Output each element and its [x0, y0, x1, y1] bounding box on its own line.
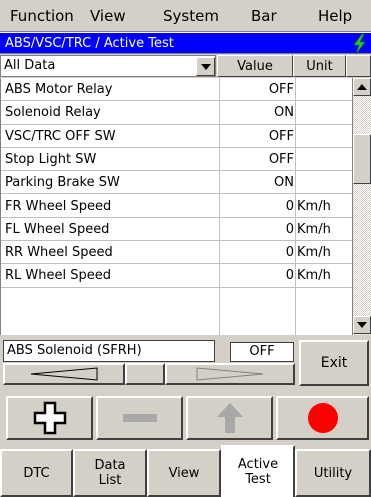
menu-function[interactable]: Function	[10, 7, 74, 25]
exit-button-label: Exit	[320, 355, 348, 371]
table-row[interactable]: Stop Light SW OFF	[1, 148, 352, 172]
row-value: OFF	[268, 151, 294, 167]
scroll-thumb[interactable]	[353, 134, 371, 184]
chevron-down-icon	[200, 63, 211, 70]
dropdown-arrow-button[interactable]	[196, 57, 215, 76]
row-name: Parking Brake SW	[5, 175, 120, 191]
active-test-value: OFF	[230, 342, 294, 362]
menu-bar-item[interactable]: Bar	[251, 7, 277, 25]
row-unit: Km/h	[297, 245, 331, 261]
window-title: ABS/VSC/TRC / Active Test	[5, 35, 174, 51]
menu-view[interactable]: View	[90, 7, 126, 25]
record-button[interactable]	[276, 396, 369, 440]
tab-utility[interactable]: Utility	[295, 449, 371, 497]
row-value: ON	[274, 175, 294, 191]
row-value: 0	[285, 221, 294, 237]
tab-view[interactable]: View	[147, 449, 221, 497]
plus-button[interactable]	[6, 396, 93, 440]
tab-view-label: View	[168, 465, 200, 481]
column-header-filler	[346, 55, 371, 77]
up-arrow-icon	[216, 403, 243, 433]
data-filter-select[interactable]: All Data	[0, 55, 216, 77]
table-row[interactable]: VSC/TRC OFF SW OFF	[1, 125, 352, 148]
row-value: ON	[274, 105, 294, 121]
table-row[interactable]: ABS Motor Relay OFF	[1, 78, 352, 102]
column-divider	[295, 78, 296, 335]
row-name: RL Wheel Speed	[5, 268, 111, 284]
row-name: FL Wheel Speed	[5, 221, 110, 237]
bottom-tab-bar: DTC Data List View Active Test Utility	[0, 445, 371, 497]
tab-dtc[interactable]: DTC	[0, 449, 73, 497]
minus-icon	[122, 414, 157, 422]
up-button[interactable]	[186, 396, 273, 440]
data-filter-value: All Data	[4, 58, 56, 73]
record-icon	[307, 403, 338, 433]
scroll-up-icon	[357, 84, 367, 90]
window-title-bar: ABS/VSC/TRC / Active Test	[0, 32, 371, 54]
tab-active-test-label: Active Test	[237, 457, 279, 487]
vertical-scrollbar[interactable]	[352, 78, 371, 335]
row-unit: Km/h	[297, 221, 331, 237]
tab-active-test[interactable]: Active Test	[221, 445, 295, 497]
menu-help[interactable]: Help	[318, 7, 352, 25]
row-value: OFF	[268, 128, 294, 144]
row-value: 0	[285, 268, 294, 284]
row-name: Stop Light SW	[5, 151, 97, 167]
left-arrow-icon	[30, 367, 98, 381]
right-arrow-icon	[196, 367, 264, 381]
connection-bolt-icon	[353, 34, 366, 54]
column-header-unit-label: Unit	[306, 58, 333, 74]
menu-system[interactable]: System	[163, 7, 219, 25]
row-name: RR Wheel Speed	[5, 245, 113, 261]
next-item-button[interactable]	[165, 363, 295, 385]
column-header-unit[interactable]: Unit	[293, 55, 346, 77]
minus-button[interactable]	[96, 396, 183, 440]
row-name: VSC/TRC OFF SW	[5, 128, 116, 144]
column-divider	[219, 78, 220, 335]
table-row[interactable]: RR Wheel Speed 0 Km/h	[1, 241, 352, 265]
scroll-down-button[interactable]	[353, 316, 371, 334]
table-row[interactable]: Parking Brake SW ON	[1, 171, 352, 195]
table-row[interactable]: Solenoid Relay ON	[1, 101, 352, 125]
column-header-value-label: Value	[237, 58, 273, 74]
row-unit: Km/h	[297, 268, 331, 284]
exit-button[interactable]: Exit	[299, 340, 369, 386]
table-row[interactable]: RL Wheel Speed 0 Km/h	[1, 264, 352, 288]
data-list-table: ABS Motor Relay OFF Solenoid Relay ON VS…	[0, 78, 352, 335]
column-header-value[interactable]: Value	[217, 55, 293, 77]
menu-bar: Function View System Bar Help	[0, 0, 371, 32]
row-value: 0	[285, 245, 294, 261]
previous-item-button[interactable]	[3, 363, 125, 385]
row-value: OFF	[268, 82, 294, 97]
table-row[interactable]: FL Wheel Speed 0 Km/h	[1, 218, 352, 242]
table-row[interactable]: FR Wheel Speed 0 Km/h	[1, 195, 352, 218]
plus-icon	[33, 401, 66, 435]
slider-step-button[interactable]	[125, 363, 165, 385]
scroll-up-button[interactable]	[353, 78, 371, 96]
scroll-down-icon	[357, 322, 367, 328]
active-test-item-label: ABS Solenoid (SFRH)	[7, 343, 142, 358]
row-name: ABS Motor Relay	[5, 82, 113, 97]
tab-data-list-label: Data List	[94, 458, 126, 488]
row-name: Solenoid Relay	[5, 105, 101, 121]
row-name: FR Wheel Speed	[5, 198, 112, 214]
active-test-item-field[interactable]: ABS Solenoid (SFRH)	[3, 340, 215, 362]
tab-dtc-label: DTC	[23, 465, 50, 481]
tab-utility-label: Utility	[313, 465, 353, 481]
row-unit: Km/h	[297, 198, 331, 214]
row-value: 0	[285, 198, 294, 214]
tab-data-list[interactable]: Data List	[73, 449, 147, 497]
